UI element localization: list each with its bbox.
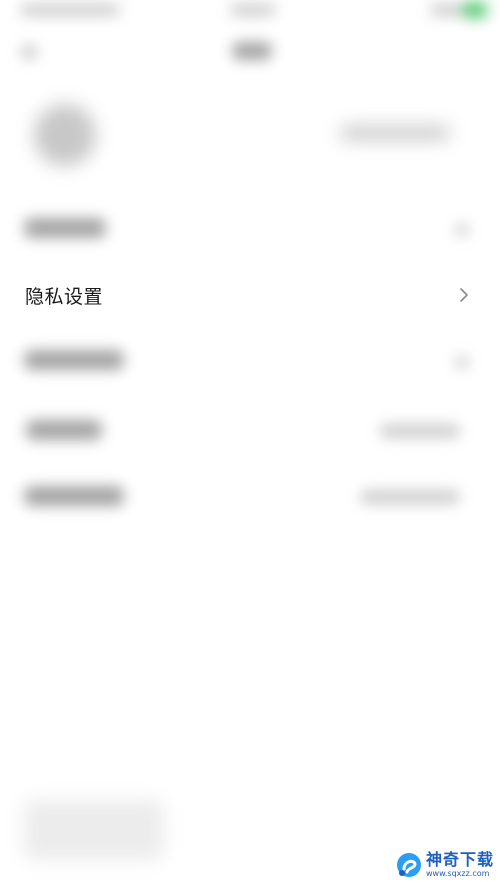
status-bar-left-placeholder [20, 4, 120, 16]
chevron-right-icon [460, 288, 468, 302]
row-1-label-placeholder [24, 218, 106, 238]
bottom-faint-placeholder [24, 800, 164, 860]
row-5-label-placeholder [24, 486, 124, 506]
status-bar-time-placeholder [230, 4, 276, 16]
watermark: 神奇下载 www.sqxzz.com [396, 849, 494, 881]
watermark-url: www.sqxzz.com [425, 869, 490, 878]
battery-icon [462, 2, 488, 18]
privacy-settings-row[interactable]: 隐私设置 [0, 268, 500, 322]
row-4-label-placeholder [26, 420, 102, 440]
row-3-chevron-icon [455, 356, 469, 368]
watermark-title: 神奇下载 [425, 850, 494, 869]
settings-screen: 隐私设置 神奇下载 www.sqxzz.com [0, 0, 500, 889]
row-1-chevron-icon [455, 224, 469, 236]
privacy-settings-label: 隐私设置 [25, 286, 104, 308]
back-arrow-icon[interactable] [20, 45, 38, 59]
profile-value-placeholder [340, 126, 450, 140]
row-5-value-placeholder [360, 490, 460, 504]
avatar [34, 104, 96, 166]
watermark-text: 神奇下载 www.sqxzz.com [426, 852, 494, 878]
sq-logo-icon [396, 853, 421, 877]
row-3-label-placeholder [24, 350, 124, 370]
row-4-value-placeholder [380, 424, 460, 438]
page-title-placeholder [232, 42, 272, 60]
